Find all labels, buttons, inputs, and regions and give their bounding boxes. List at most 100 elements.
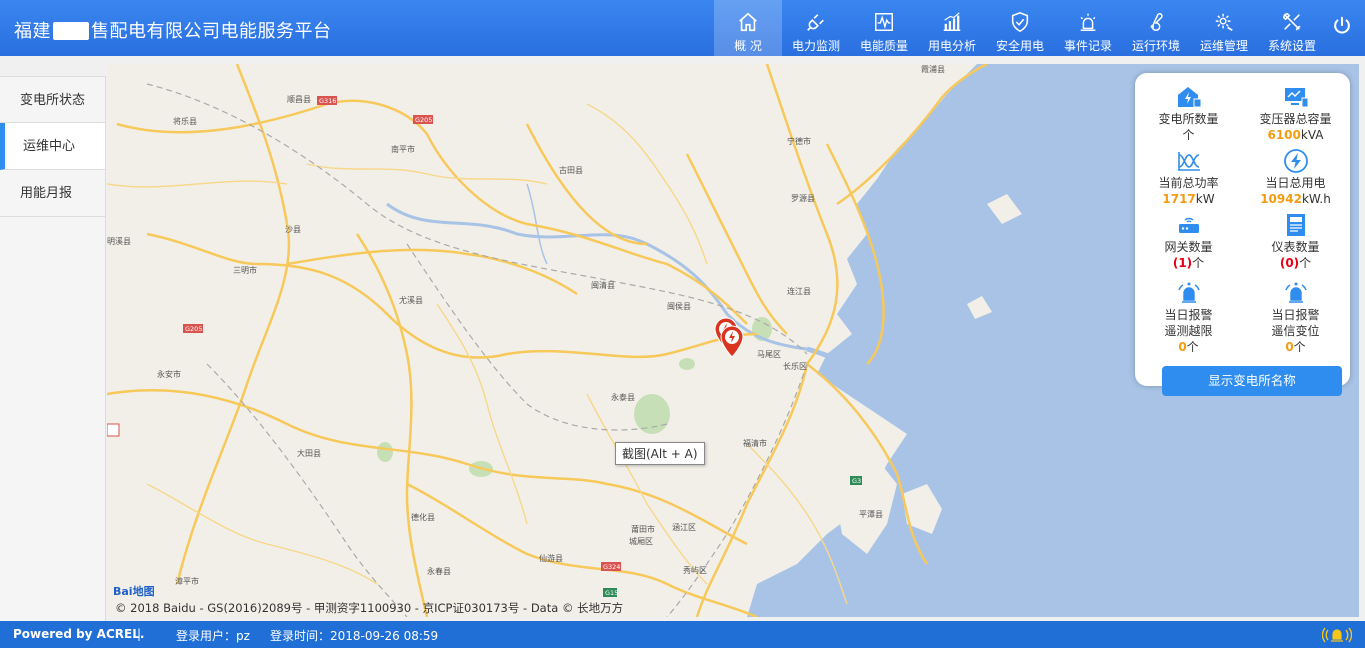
map-place: 秀屿区 xyxy=(683,565,707,575)
waveform-icon xyxy=(1177,152,1200,171)
stat-transformer-capacity: 变压器总容量 6100kVA xyxy=(1242,85,1349,143)
powered-by: Powered by ACREL. xyxy=(13,627,145,641)
stat-meter-count: 仪表数量 (0)个 xyxy=(1242,213,1349,271)
nav-label: 电力监测 xyxy=(791,39,840,53)
map-place: 永春县 xyxy=(427,566,451,576)
thermometer-icon xyxy=(1150,13,1163,31)
nav-label: 概 况 xyxy=(734,39,762,53)
power-icon[interactable] xyxy=(1331,15,1353,37)
map-place: 南平市 xyxy=(391,144,415,154)
road-shield: G324 xyxy=(603,563,620,571)
nav-usage-analysis[interactable]: 用电分析 xyxy=(918,0,986,56)
road-shield: G205 xyxy=(415,116,432,124)
baidu-logo: Bai地图 xyxy=(113,585,155,598)
map-place: 闽侯县 xyxy=(667,302,691,311)
screenshot-tooltip: 截图(Alt + A) xyxy=(615,442,705,465)
map-place: 顺昌县 xyxy=(287,95,311,104)
lightning-icon xyxy=(1283,149,1308,173)
bar-chart-icon xyxy=(943,12,961,31)
stat-substation-count: 变电所数量 个 xyxy=(1135,85,1242,143)
map-place: 三明市 xyxy=(233,265,257,275)
login-user: 登录用户：pz xyxy=(176,629,250,643)
sidebar: 变电所状态 运维中心 用能月报 xyxy=(0,76,106,621)
map-place: 古田县 xyxy=(559,165,583,175)
stat-alarm-limit: 当日报警 遥测越限 0个 xyxy=(1135,281,1242,355)
separator: | xyxy=(137,627,142,641)
top-bar: 福建 售配电有限公司电能服务平台 概 况 电力监测 电能质量 用电分析 安全用电 … xyxy=(0,0,1365,56)
waveform-icon xyxy=(875,13,893,31)
map-place: 长乐区 xyxy=(783,361,807,371)
status-bar: Powered by ACREL. | 登录用户：pz 登录时间：2018-09… xyxy=(0,621,1365,648)
nav-overview[interactable]: 概 况 xyxy=(714,0,782,56)
map-place: 将乐县 xyxy=(173,116,197,126)
main-nav: 概 况 电力监测 电能质量 用电分析 安全用电 事件记录 运行环境 运维管理 系… xyxy=(714,0,1326,56)
map-place: 城厢区 xyxy=(629,537,653,546)
sidebar-item-substation-status[interactable]: 变电所状态 xyxy=(0,76,105,123)
meter-icon xyxy=(1286,214,1305,236)
nav-maintenance[interactable]: 运维管理 xyxy=(1190,0,1258,56)
map-place: 尤溪县 xyxy=(399,295,423,305)
map-place: 福清市 xyxy=(743,438,767,448)
map-place: 闽清县 xyxy=(591,280,615,290)
nav-event-log[interactable]: 事件记录 xyxy=(1054,0,1122,56)
nav-label: 电能质量 xyxy=(859,39,908,53)
road-shield: G3 xyxy=(852,477,861,485)
stat-daily-energy: 当日总用电 10942kW.h xyxy=(1242,149,1349,207)
nav-power-monitor[interactable]: 电力监测 xyxy=(782,0,850,56)
sidebar-item-label: 变电所状态 xyxy=(20,93,86,108)
road-shield: G15 xyxy=(605,589,618,597)
alarm-bell-icon xyxy=(1177,282,1200,303)
nav-label: 系统设置 xyxy=(1267,39,1316,53)
map-place: 永泰县 xyxy=(611,392,635,402)
map-copyright: © 2018 Baidu - GS(2016)2089号 - 甲测资字11009… xyxy=(115,601,624,615)
nav-label: 事件记录 xyxy=(1063,39,1112,53)
map-place-labels: 霞浦县 顺昌县 将乐县 南平市 古田县 宁德市 罗源县 明溪县 沙县 三明市 尤… xyxy=(107,64,945,586)
redacted-mask xyxy=(53,22,89,40)
stat-alarm-shift: 当日报警 遥信变位 0个 xyxy=(1242,281,1349,355)
substation-marker[interactable] xyxy=(719,325,745,359)
sidebar-item-label: 运维中心 xyxy=(23,139,76,154)
road-shield: G205 xyxy=(185,325,202,333)
nav-label: 用电分析 xyxy=(927,39,976,53)
nav-environment[interactable]: 运行环境 xyxy=(1122,0,1190,56)
alarm-bell-icon xyxy=(1284,282,1307,303)
show-substation-names-button[interactable]: 显示变电所名称 xyxy=(1162,366,1342,396)
siren-icon xyxy=(1080,13,1096,31)
alarm-bell-icon[interactable] xyxy=(1322,624,1352,644)
sidebar-item-ops-center[interactable]: 运维中心 xyxy=(0,123,105,170)
substation-icon xyxy=(1177,87,1201,108)
sidebar-item-label: 用能月报 xyxy=(20,186,73,201)
shield-check-icon xyxy=(1011,12,1029,33)
nav-label: 安全用电 xyxy=(995,39,1044,53)
title-prefix: 福建 xyxy=(14,21,51,42)
plug-icon xyxy=(807,14,824,31)
home-icon xyxy=(739,12,757,32)
map-place: 大田县 xyxy=(297,448,321,458)
map-place: 连江县 xyxy=(787,286,811,296)
router-icon xyxy=(1178,217,1199,233)
nav-system-settings[interactable]: 系统设置 xyxy=(1258,0,1326,56)
nav-label: 运维管理 xyxy=(1199,39,1248,53)
sidebar-item-monthly-report[interactable]: 用能月报 xyxy=(0,170,105,217)
stat-gateway-count: 网关数量 (1)个 xyxy=(1135,213,1242,271)
map-place: 漳平市 xyxy=(175,576,199,586)
map-place: 莆田市 xyxy=(631,524,655,534)
map-place: 平潭县 xyxy=(859,510,883,519)
map-place: 涵江区 xyxy=(672,523,696,532)
map-place: 德化县 xyxy=(411,512,435,522)
nav-label: 运行环境 xyxy=(1131,39,1180,53)
map-place: 明溪县 xyxy=(107,236,131,246)
map-place: 霞浦县 xyxy=(921,64,945,74)
map-place: 宁德市 xyxy=(787,136,811,146)
login-time: 登录时间：2018-09-26 08:59 xyxy=(270,629,439,643)
nav-power-quality[interactable]: 电能质量 xyxy=(850,0,918,56)
map-place: 马尾区 xyxy=(757,350,781,359)
nav-safe-usage[interactable]: 安全用电 xyxy=(986,0,1054,56)
tools-icon xyxy=(1282,12,1301,31)
app-title: 福建 售配电有限公司电能服务平台 xyxy=(14,17,332,43)
stat-current-power: 当前总功率 1717kW xyxy=(1135,149,1242,207)
stats-panel: 变电所数量 个 变压器总容量 6100kVA 当前总功率 1717kW 当日总用… xyxy=(1135,73,1350,396)
map-place: 沙县 xyxy=(285,225,301,234)
gear-wrench-icon xyxy=(1215,13,1233,32)
monitor-icon xyxy=(1284,88,1308,108)
